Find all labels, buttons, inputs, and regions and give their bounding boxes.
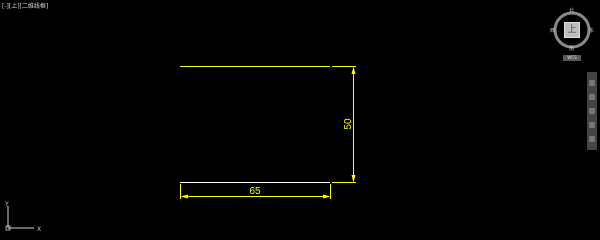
ucs-x-label: X: [37, 226, 41, 233]
compass-north-label[interactable]: 北: [569, 7, 574, 14]
showmotion-icon[interactable]: [589, 136, 595, 142]
dim-text-horizontal: 65: [249, 186, 261, 197]
horizontal-dimension[interactable]: 65: [180, 184, 331, 199]
wcs-menu-button[interactable]: WCS: [563, 55, 581, 61]
drawing-canvas[interactable]: 50 65: [0, 0, 600, 235]
compass-south-label[interactable]: 南: [569, 45, 574, 52]
compass-west-label[interactable]: 西: [550, 27, 555, 34]
viewcube-top-face[interactable]: 上: [564, 22, 580, 38]
navigation-bar: [587, 72, 597, 150]
vertical-dimension[interactable]: 50: [332, 66, 356, 183]
pan-icon[interactable]: [589, 94, 595, 100]
viewcube[interactable]: 北 南 西 东 上: [550, 8, 594, 52]
dim-arrow-down: [351, 175, 356, 183]
dim-arrow-left: [180, 194, 188, 199]
zoom-icon[interactable]: [589, 108, 595, 114]
orbit-icon[interactable]: [589, 122, 595, 128]
compass-east-label[interactable]: 东: [589, 27, 594, 34]
dim-text-vertical: 50: [343, 118, 354, 130]
dim-arrow-up: [351, 66, 356, 74]
full-navigation-wheel-icon[interactable]: [589, 80, 595, 86]
dim-arrow-right: [323, 194, 331, 199]
ucs-y-label: Y: [4, 201, 9, 208]
ucs-icon: Y X: [4, 201, 41, 233]
